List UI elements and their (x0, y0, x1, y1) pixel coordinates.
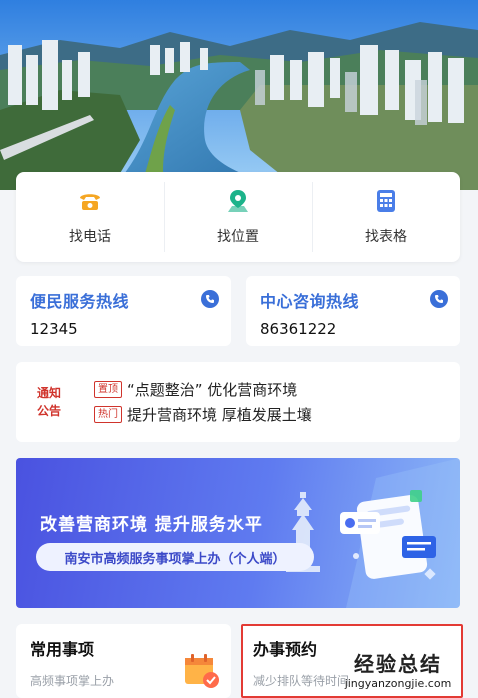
notice-logo-line: 通知 (36, 386, 61, 400)
watermark-text: 经验总结 (354, 652, 442, 676)
notice-item-text: “点题整治” 优化营商环境 (127, 381, 298, 399)
banner-illustration (286, 458, 460, 608)
calendar-check-icon (185, 654, 219, 688)
quick-action-find-phone[interactable]: 找电话 (16, 172, 164, 262)
notice-logo: 通知 公告 (32, 384, 66, 420)
call-phone-icon[interactable] (430, 290, 448, 308)
promo-banner[interactable]: 改善营商环境 提升服务水平 南安市高频服务事项掌上办（个人端） (16, 458, 460, 608)
hotline-title: 中心咨询热线 (260, 292, 360, 311)
phone-icon (80, 194, 100, 210)
watermark: 经验总结 jingyanzongjie.com (318, 648, 478, 698)
hot-tag: 热门 (94, 406, 122, 423)
hotline-title: 便民服务热线 (30, 292, 130, 311)
banner-title: 改善营商环境 提升服务水平 (40, 515, 263, 535)
quick-actions-bar: 找电话 找位置 找表格 (16, 172, 460, 262)
notice-item[interactable]: 热门 提升营商环境 厚植发展土壤 (94, 404, 312, 425)
hotline-number: 12345 (30, 320, 78, 338)
banner-subtitle: 南安市高频服务事项掌上办（个人端） (36, 543, 314, 571)
quick-action-label: 找电话 (69, 229, 111, 245)
quick-action-label: 找位置 (217, 229, 259, 245)
pinned-tag: 置顶 (94, 381, 122, 398)
notice-board: 通知 公告 置顶 “点题整治” 优化营商环境 热门 提升营商环境 厚植发展土壤 (16, 362, 460, 442)
call-phone-icon[interactable] (201, 290, 219, 308)
hotline-card-public-service[interactable]: 便民服务热线 12345 (16, 276, 231, 346)
hotline-number: 86361222 (260, 320, 337, 338)
quick-action-label: 找表格 (365, 229, 407, 245)
quick-action-find-location[interactable]: 找位置 (164, 172, 312, 262)
quick-action-find-form[interactable]: 找表格 (312, 172, 460, 262)
hero-city-photo (0, 0, 478, 190)
location-icon (228, 190, 248, 212)
notice-item-text: 提升营商环境 厚植发展土壤 (127, 406, 312, 424)
calculator-icon (377, 190, 395, 212)
notice-item[interactable]: 置顶 “点题整治” 优化营商环境 (94, 379, 297, 400)
notice-logo-line: 公告 (36, 404, 61, 418)
watermark-url: jingyanzongjie.com (344, 677, 452, 690)
hotline-card-center-consult[interactable]: 中心咨询热线 86361222 (246, 276, 460, 346)
common-items-card[interactable]: 常用事项 高频事项掌上办 (16, 624, 231, 698)
